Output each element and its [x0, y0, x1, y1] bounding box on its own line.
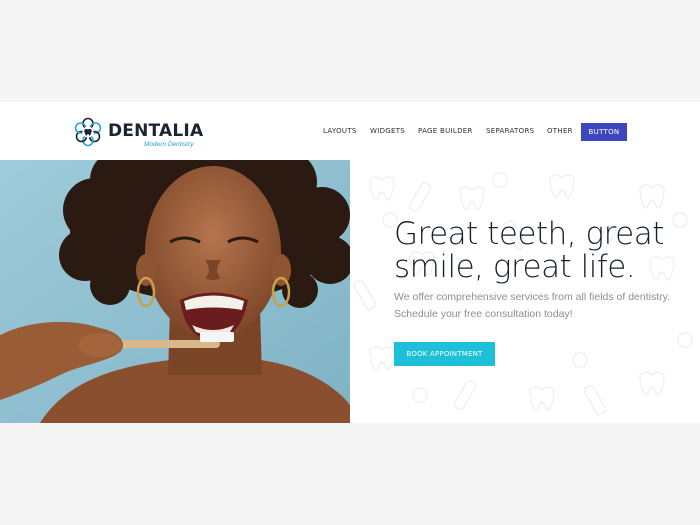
woman-brushing-teeth-photo-icon: [0, 160, 350, 423]
hero-content: Great teeth, great smile, great life. We…: [350, 160, 700, 423]
nav-item-separators[interactable]: SEPARATORS: [486, 127, 534, 135]
nav-item-layouts[interactable]: LAYOUTS: [323, 127, 357, 135]
book-appointment-button[interactable]: BOOK APPOINTMENT: [394, 342, 495, 366]
hero-photo: [0, 160, 350, 423]
main-nav: LAYOUTS WIDGETS PAGE BUILDER SEPARATORS …: [0, 102, 700, 160]
hero-headline: Great teeth, great smile, great life.: [394, 218, 684, 284]
hero-headline-line-1: Great teeth, great: [394, 216, 664, 252]
hero-headline-line-2: smile, great life.: [394, 249, 636, 285]
hero-subtext: We offer comprehensive services from all…: [394, 291, 671, 320]
site-header: DENTALIA Modern Dentistry LAYOUTS WIDGET…: [0, 102, 700, 160]
nav-button[interactable]: BUTTON: [581, 123, 627, 141]
nav-item-widgets[interactable]: WIDGETS: [370, 127, 405, 135]
page-frame: DENTALIA Modern Dentistry LAYOUTS WIDGET…: [0, 102, 700, 423]
nav-item-page-builder[interactable]: PAGE BUILDER: [418, 127, 473, 135]
nav-item-other[interactable]: OTHER: [547, 127, 573, 135]
